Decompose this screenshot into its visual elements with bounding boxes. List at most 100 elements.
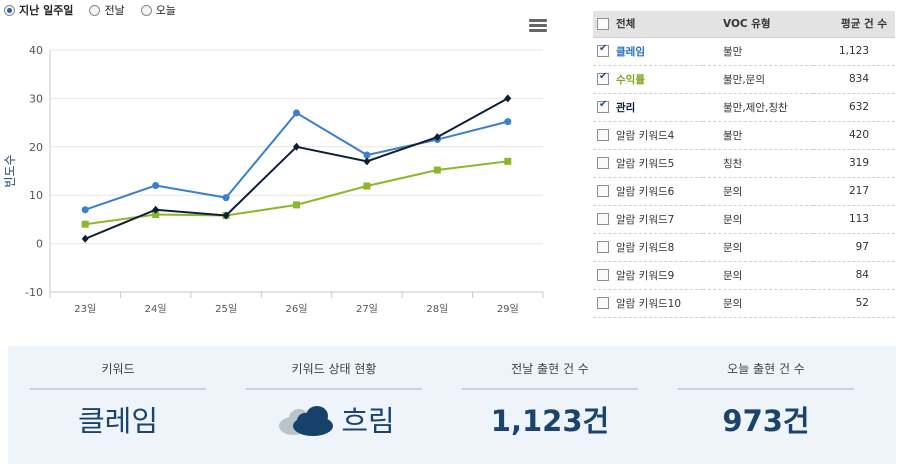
voc-type-cell: 문의 [703, 233, 813, 262]
header-all[interactable]: 전체 [593, 11, 703, 38]
row-checkbox[interactable] [597, 297, 609, 309]
row-checkbox[interactable] [597, 269, 609, 281]
data-point [293, 201, 300, 209]
line-chart: -10 0 10 20 30 40 23일 24일 25일 26일 27일 28일 29일 빈도수 [3, 44, 544, 315]
y-tick-label: 10 [29, 189, 43, 202]
divider [30, 388, 206, 390]
header-all-label: 전체 [616, 18, 636, 31]
keyword-name: 알람 키워드4 [616, 129, 675, 142]
voc-type-cell: 칭찬 [703, 149, 813, 178]
keyword-cell: 알람 키워드9 [593, 261, 703, 290]
avg-count-cell: 84 [813, 261, 895, 290]
voc-type-cell: 불만 [703, 37, 813, 66]
period-option-yesterday[interactable]: 전날 [89, 2, 125, 18]
data-point [152, 182, 160, 190]
x-tick-label: 28일 [426, 303, 448, 315]
y-tick-label: 30 [29, 92, 43, 105]
period-option-last-week[interactable]: 지난 일주일 [4, 2, 73, 18]
today-label: 오늘 출현 건 수 [727, 362, 805, 376]
table-row[interactable]: 클레임 불만1,123 [593, 37, 895, 66]
keyword-table: 전체 VOC 유형 평균 건 수 클레임불만1,123수익률불만,문의834관리… [593, 11, 895, 318]
x-tick-label: 26일 [286, 303, 308, 315]
data-point [81, 234, 89, 243]
table-row[interactable]: 알람 키워드5 칭찬 319 [593, 149, 895, 178]
keyword-name: 알람 키워드9 [616, 269, 675, 282]
keyword-name: 관리 [616, 101, 636, 114]
voc-type-cell: 불만 [703, 121, 813, 150]
cloud-icon [279, 406, 334, 436]
row-checkbox[interactable] [597, 185, 609, 197]
keyword-name: 알람 키워드5 [616, 157, 675, 170]
keyword-name: 수익률 [616, 73, 645, 86]
period-selector: 지난 일주일 전날 오늘 [4, 2, 176, 18]
y-tick-label: -10 [25, 286, 43, 299]
x-tick-label: 24일 [145, 303, 167, 315]
radio-icon-checked[interactable] [4, 4, 15, 16]
yesterday-value: 1,123건 [490, 404, 610, 438]
data-point [81, 220, 89, 228]
avg-count-cell: 1,123 [813, 37, 895, 66]
row-checkbox[interactable] [597, 241, 609, 253]
voc-type-cell: 문의 [703, 177, 813, 206]
voc-type-cell: 문의 [703, 205, 813, 234]
table-row[interactable]: 알람 키워드10 문의 52 [593, 289, 895, 318]
table-row[interactable]: 알람 키워드6 문의 217 [593, 177, 895, 206]
avg-count-cell: 632 [813, 93, 895, 122]
row-checkbox[interactable] [597, 43, 609, 57]
keyword-cell: 관리 [593, 93, 703, 122]
select-all-checkbox[interactable] [597, 17, 609, 30]
row-checkbox[interactable] [597, 213, 609, 225]
keyword-cell: 알람 키워드5 [593, 149, 703, 178]
today-value: 973건 [722, 404, 810, 438]
keyword-cell: 알람 키워드7 [593, 205, 703, 234]
avg-count-cell: 97 [813, 233, 895, 262]
x-tick-label: 27일 [356, 303, 378, 315]
divider [462, 388, 638, 390]
keyword-name: 알람 키워드7 [616, 213, 675, 226]
avg-count-cell: 834 [813, 65, 895, 94]
keyword-name: 알람 키워드8 [616, 241, 675, 254]
table-row[interactable]: 알람 키워드8 문의 97 [593, 233, 895, 262]
yesterday-label: 전날 출현 건 수 [511, 362, 589, 376]
period-option-label: 지난 일주일 [19, 4, 74, 17]
row-checkbox[interactable] [597, 129, 609, 141]
chart-menu-icon[interactable] [529, 19, 547, 33]
keyword-value: 클레임 [77, 404, 159, 438]
row-checkbox[interactable] [597, 157, 609, 169]
series-line [85, 160, 508, 226]
radio-icon[interactable] [89, 4, 101, 16]
x-tick-label: 23일 [74, 303, 96, 315]
y-tick-label: 20 [29, 141, 43, 154]
table-row[interactable]: 관리 불만,제안,칭찬632 [593, 93, 895, 122]
keyword-cell: 수익률 [593, 65, 703, 94]
keyword-cell: 클레임 [593, 37, 703, 66]
table-row[interactable]: 알람 키워드9 문의 84 [593, 261, 895, 290]
summary-panel: 키워드 클레임 키워드 상태 현황 흐림 전날 출현 건 수 1,123건 오늘… [8, 346, 896, 464]
table-row[interactable]: 수익률 불만,문의834 [593, 65, 895, 94]
data-point [504, 94, 512, 103]
data-point [81, 206, 89, 214]
data-point [293, 109, 300, 117]
voc-type-cell: 문의 [703, 289, 813, 318]
x-tick-label: 29일 [497, 303, 519, 315]
keyword-cell: 알람 키워드8 [593, 233, 703, 262]
data-point [504, 118, 512, 126]
x-tick-label: 25일 [215, 303, 237, 315]
yesterday-card: 전날 출현 건 수 1,123건 [462, 346, 638, 440]
row-checkbox[interactable] [597, 99, 609, 113]
period-option-label: 전날 [104, 4, 125, 17]
divider [678, 388, 854, 390]
table-row[interactable]: 알람 키워드4 불만 420 [593, 121, 895, 150]
data-point [363, 157, 371, 166]
radio-icon[interactable] [140, 4, 152, 16]
today-card: 오늘 출현 건 수 973건 [678, 346, 854, 440]
period-option-today[interactable]: 오늘 [140, 2, 176, 18]
data-point [363, 182, 371, 190]
row-checkbox[interactable] [597, 71, 609, 85]
table-row[interactable]: 알람 키워드7 문의 113 [593, 205, 895, 234]
voc-type-cell: 불만,제안,칭찬 [703, 93, 813, 122]
status-value: 흐림 [341, 404, 395, 438]
avg-count-cell: 319 [813, 149, 895, 178]
keyword-name: 알람 키워드6 [616, 185, 675, 198]
status-label: 키워드 상태 현황 [291, 362, 377, 376]
